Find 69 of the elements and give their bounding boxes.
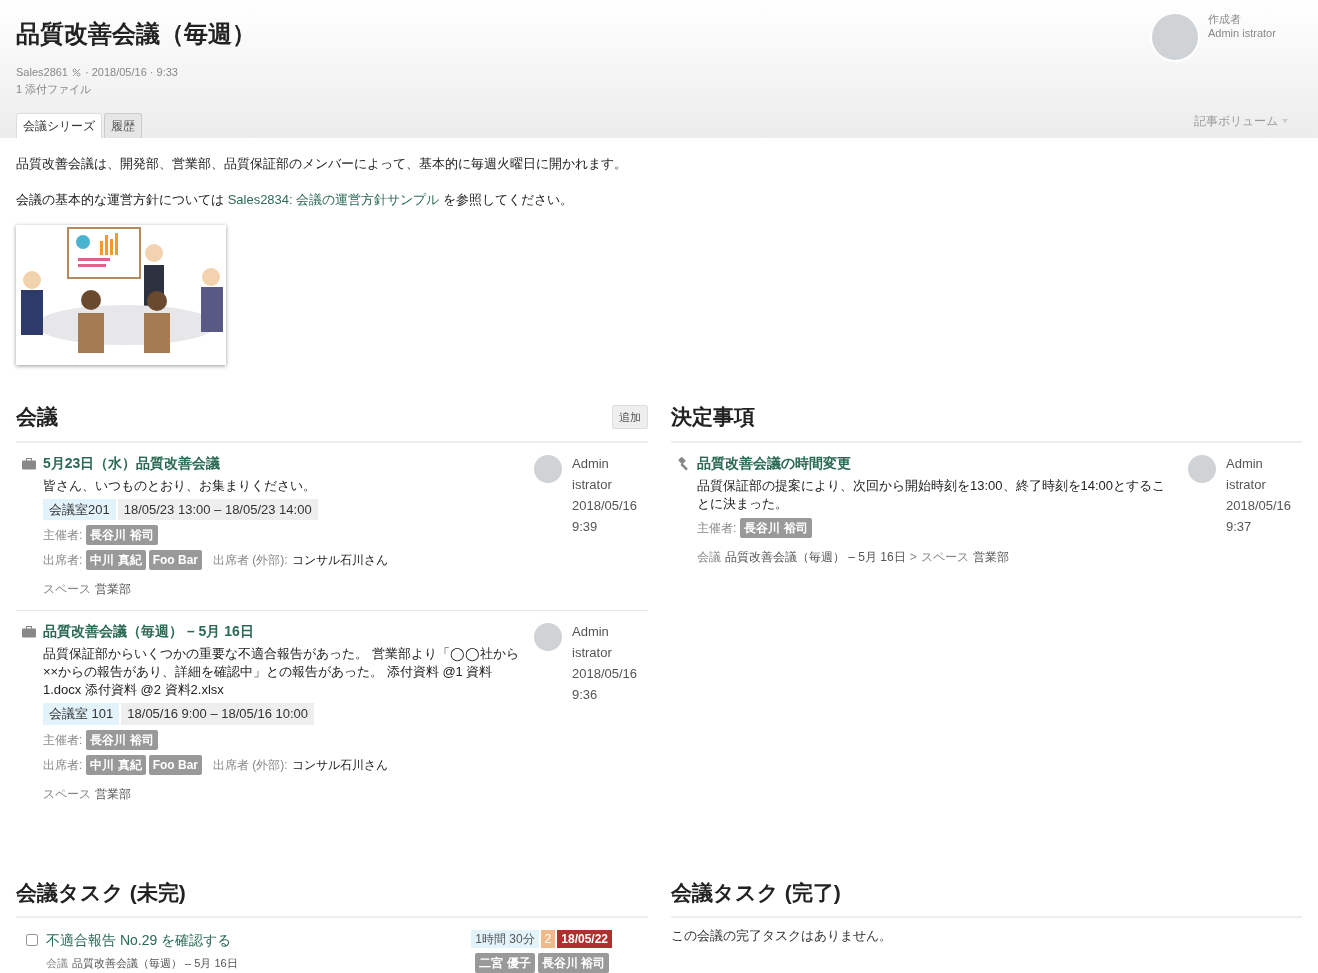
gavel-icon bbox=[677, 456, 691, 471]
author-label: 作成者 bbox=[1208, 12, 1242, 26]
attendees-label: 出席者: bbox=[43, 552, 83, 569]
author-info: 9:36 bbox=[572, 686, 599, 704]
article-id[interactable]: Sales2861 bbox=[16, 64, 68, 81]
task-title[interactable]: 不適合報告 No.29 を確認する bbox=[46, 930, 238, 951]
author-info: 9:37 bbox=[1226, 517, 1253, 536]
due-date-tag: 18/05/22 bbox=[557, 930, 612, 948]
space-label: スペース bbox=[43, 785, 91, 803]
space-link[interactable]: 営業部 bbox=[972, 547, 1009, 566]
meeting-link[interactable]: 品質改善会議（毎週） – 5月 16日 bbox=[725, 547, 906, 566]
task-checkbox[interactable] bbox=[26, 934, 38, 946]
reference-link[interactable]: Sales2834: 会議の運営方針サンプル bbox=[227, 191, 440, 207]
post-date: · 2018/05/16 · 9:33 bbox=[85, 65, 178, 80]
decision-description: 品質保証部の提案により、次回から開始時刻を13:00、終了時刻を14:00とすることに決まった。 bbox=[697, 476, 1167, 513]
author-info: 2018/05/16 bbox=[572, 496, 639, 515]
author-info: istrator bbox=[572, 644, 613, 662]
time-tag: 18/05/16 9:00 – 18/05/16 10:00 bbox=[121, 703, 315, 725]
space-link[interactable]: 営業部 bbox=[95, 580, 131, 598]
breadcrumb-separator: > bbox=[909, 548, 917, 566]
space-link[interactable]: 営業部 bbox=[95, 784, 131, 803]
reference-text: 会議の基本的な運営方針については Sales2834: 会議の運営方針サンプル を参照してください。 bbox=[16, 190, 574, 209]
briefcase-icon bbox=[22, 626, 36, 638]
attachment-count[interactable]: 1 添付ファイル bbox=[16, 80, 256, 97]
section-title: 決定事項 bbox=[671, 404, 755, 430]
meeting-description: 品質保証部からいくつかの重要な不適合報告があった。 営業部より「◯◯社から××からの報告があり、詳細を確認中」との報告があった。 添付資料 @1 資料1.docx 添付資料 @2 資料2.xlsx bbox=[43, 645, 520, 699]
room-tag: 会議室 101 bbox=[43, 703, 120, 725]
section-title: 会議タスク (未完) bbox=[16, 879, 186, 906]
link-icon bbox=[72, 67, 81, 77]
meeting-title[interactable]: 品質改善会議（毎週） – 5月 16日 bbox=[43, 621, 523, 642]
meeting-label: 会議 bbox=[697, 548, 721, 566]
space-label: スペース bbox=[43, 581, 91, 598]
caret-icon bbox=[1282, 119, 1288, 123]
external-attendee: コンサル石川さん bbox=[291, 552, 388, 569]
meeting-label: 会議 bbox=[46, 956, 68, 971]
author-info: istrator bbox=[572, 475, 613, 494]
author-info: Admin bbox=[572, 454, 610, 473]
section-title: 会議 bbox=[16, 404, 58, 430]
organizer-label: 主催者: bbox=[697, 519, 737, 537]
meeting-link[interactable]: 品質改善会議（毎週） – 5月 16日 bbox=[72, 955, 238, 972]
author-info: 9:39 bbox=[572, 517, 599, 536]
briefcase-icon bbox=[22, 457, 36, 470]
description-text: 品質改善会議は、開発部、営業部、品質保証部のメンバーによって、基本的に毎週火曜日に開かれます。 bbox=[16, 155, 628, 173]
tab[interactable]: 履歴 bbox=[104, 113, 142, 138]
external-label: 出席者 (外部): bbox=[213, 552, 288, 569]
decision-title[interactable]: 品質改善会議の時間変更 bbox=[697, 452, 1172, 474]
priority-tag: 2 bbox=[540, 930, 556, 948]
time-tag: 18/05/23 13:00 – 18/05/23 14:00 bbox=[117, 498, 318, 520]
author-info: istrator bbox=[1226, 475, 1267, 494]
section-title: 会議タスク (完了) bbox=[671, 879, 841, 906]
author-info: Admin bbox=[1226, 454, 1264, 473]
tab[interactable]: 会議シリーズ bbox=[16, 113, 102, 138]
meeting-title[interactable]: 5月23日（水）品質改善会議 bbox=[43, 452, 523, 474]
organizer-label: 主催者: bbox=[43, 527, 83, 544]
external-attendee: コンサル石川さん bbox=[291, 756, 388, 774]
meeting-description: 皆さん、いつものとおり、お集まりください。 bbox=[43, 476, 317, 495]
organizer-label: 主催者: bbox=[43, 731, 83, 749]
author-info: Admin bbox=[572, 623, 610, 641]
empty-message: この会議の完了タスクはありません。 bbox=[671, 927, 893, 945]
room-tag: 会議室201 bbox=[43, 498, 116, 520]
add-button[interactable]: 追加 bbox=[612, 404, 648, 429]
space-label: スペース bbox=[920, 548, 969, 566]
external-label: 出席者 (外部): bbox=[213, 756, 288, 774]
author-info: 2018/05/16 bbox=[1226, 496, 1293, 515]
page-title: 品質改善会議（毎週） bbox=[16, 19, 256, 49]
author-info: 2018/05/16 bbox=[572, 665, 639, 683]
attendees-label: 出席者: bbox=[43, 756, 83, 774]
author-name[interactable]: Admin istrator bbox=[1208, 26, 1292, 40]
duration-tag: 1時間 30分 bbox=[471, 930, 539, 948]
